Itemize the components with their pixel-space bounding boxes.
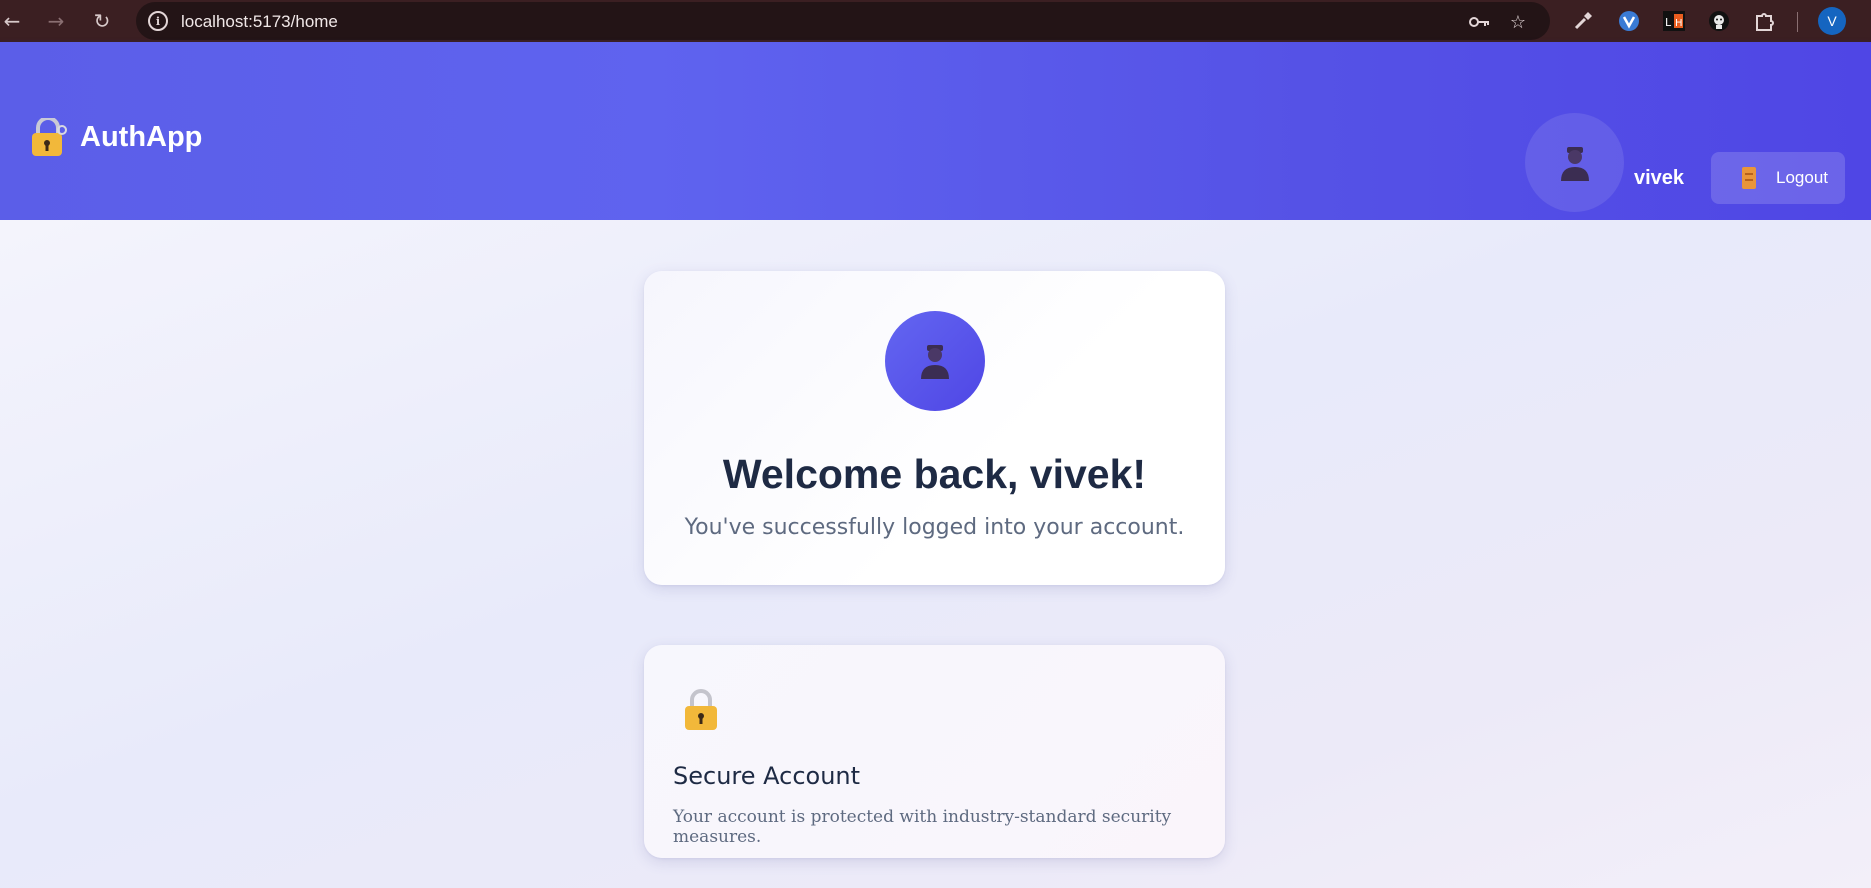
brand-title: AuthApp <box>80 120 203 153</box>
welcome-subtitle: You've successfully logged into your acc… <box>684 515 1185 540</box>
svg-text:H: H <box>1675 18 1683 29</box>
back-icon[interactable]: ← <box>0 9 24 33</box>
app-header: AuthApp vivek Logout <box>0 42 1871 220</box>
feature-description: Your account is protected with industry-… <box>673 807 1172 847</box>
profile-avatar[interactable]: V <box>1818 7 1846 35</box>
toolbar-divider <box>1797 12 1798 32</box>
svg-text:L: L <box>1665 16 1672 29</box>
vivaldi-extension-icon[interactable] <box>1617 9 1641 33</box>
bookmark-star-icon[interactable]: ☆ <box>1506 10 1530 34</box>
password-key-icon[interactable] <box>1468 10 1492 34</box>
lighthouse-extension-icon[interactable]: LH <box>1662 9 1686 33</box>
header-avatar[interactable] <box>1525 113 1624 212</box>
url-text[interactable]: localhost:5173/home <box>181 12 338 32</box>
logout-label: Logout <box>1776 168 1828 187</box>
user-silhouette-icon <box>1560 146 1589 181</box>
logout-button[interactable]: Logout <box>1711 152 1845 204</box>
padlock-icon <box>684 689 717 730</box>
door-icon <box>1742 167 1756 189</box>
reload-icon[interactable]: ↻ <box>90 9 114 33</box>
site-info-icon[interactable]: i <box>148 11 168 31</box>
extensions-puzzle-icon[interactable] <box>1753 9 1777 33</box>
header-username: vivek <box>1634 167 1685 189</box>
github-extension-icon[interactable] <box>1707 9 1731 33</box>
brand[interactable]: AuthApp <box>30 116 203 156</box>
feature-title: Secure Account <box>673 762 861 790</box>
address-bar[interactable]: i localhost:5173/home ☆ <box>136 2 1550 40</box>
browser-toolbar: ← → ↻ i localhost:5173/home ☆ LH V <box>0 0 1871 42</box>
main-content: Welcome back, vivek! You've successfully… <box>0 220 1871 888</box>
forward-icon[interactable]: → <box>44 9 68 33</box>
feature-card-secure-account: Secure Account Your account is protected… <box>644 645 1225 858</box>
eyedropper-extension-icon[interactable] <box>1571 9 1595 33</box>
welcome-card: Welcome back, vivek! You've successfully… <box>644 271 1225 585</box>
lock-with-key-icon <box>30 116 67 156</box>
welcome-title: Welcome back, vivek! <box>722 451 1147 497</box>
user-silhouette-icon <box>921 345 949 379</box>
welcome-avatar <box>885 311 985 411</box>
